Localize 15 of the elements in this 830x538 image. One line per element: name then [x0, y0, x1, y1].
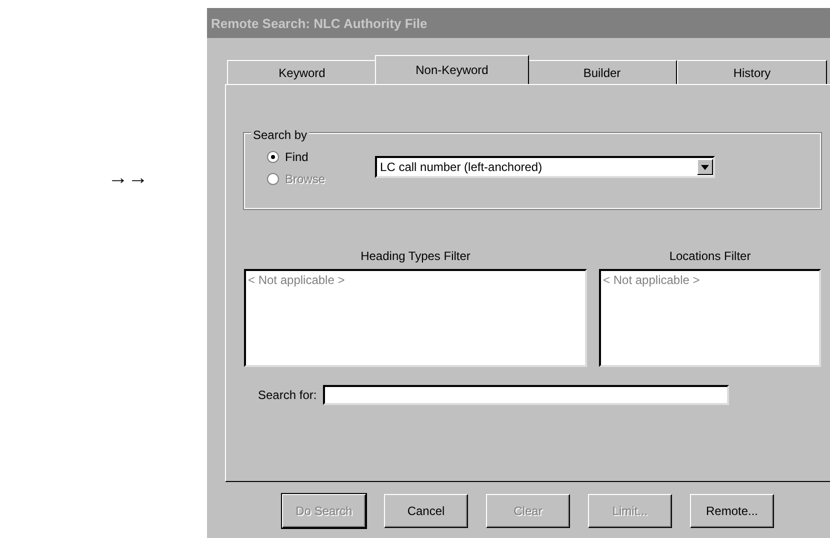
filter-label: Locations Filter: [669, 248, 751, 265]
tab[interactable]: History: [677, 60, 827, 84]
tab[interactable]: Non-Keyword: [375, 55, 529, 84]
tab[interactable]: Builder: [527, 60, 677, 84]
window-title: Remote Search: NLC Authority File: [207, 8, 830, 38]
field-label: Search for:: [258, 387, 317, 404]
radio-option[interactable]: Find: [267, 146, 326, 168]
dialog-button[interactable]: Remote...: [690, 494, 774, 528]
search-for-field[interactable]: [322, 385, 729, 405]
tab[interactable]: Keyword: [227, 60, 377, 84]
dialog-button[interactable]: Cancel: [384, 494, 468, 528]
arrow-marker: →→: [108, 167, 148, 189]
filter-label: Heading Types Filter: [360, 248, 470, 265]
index-dropdown[interactable]: LC call number (left-anchored): [375, 156, 716, 178]
dropdown-value: LC call number (left-anchored): [380, 159, 542, 176]
